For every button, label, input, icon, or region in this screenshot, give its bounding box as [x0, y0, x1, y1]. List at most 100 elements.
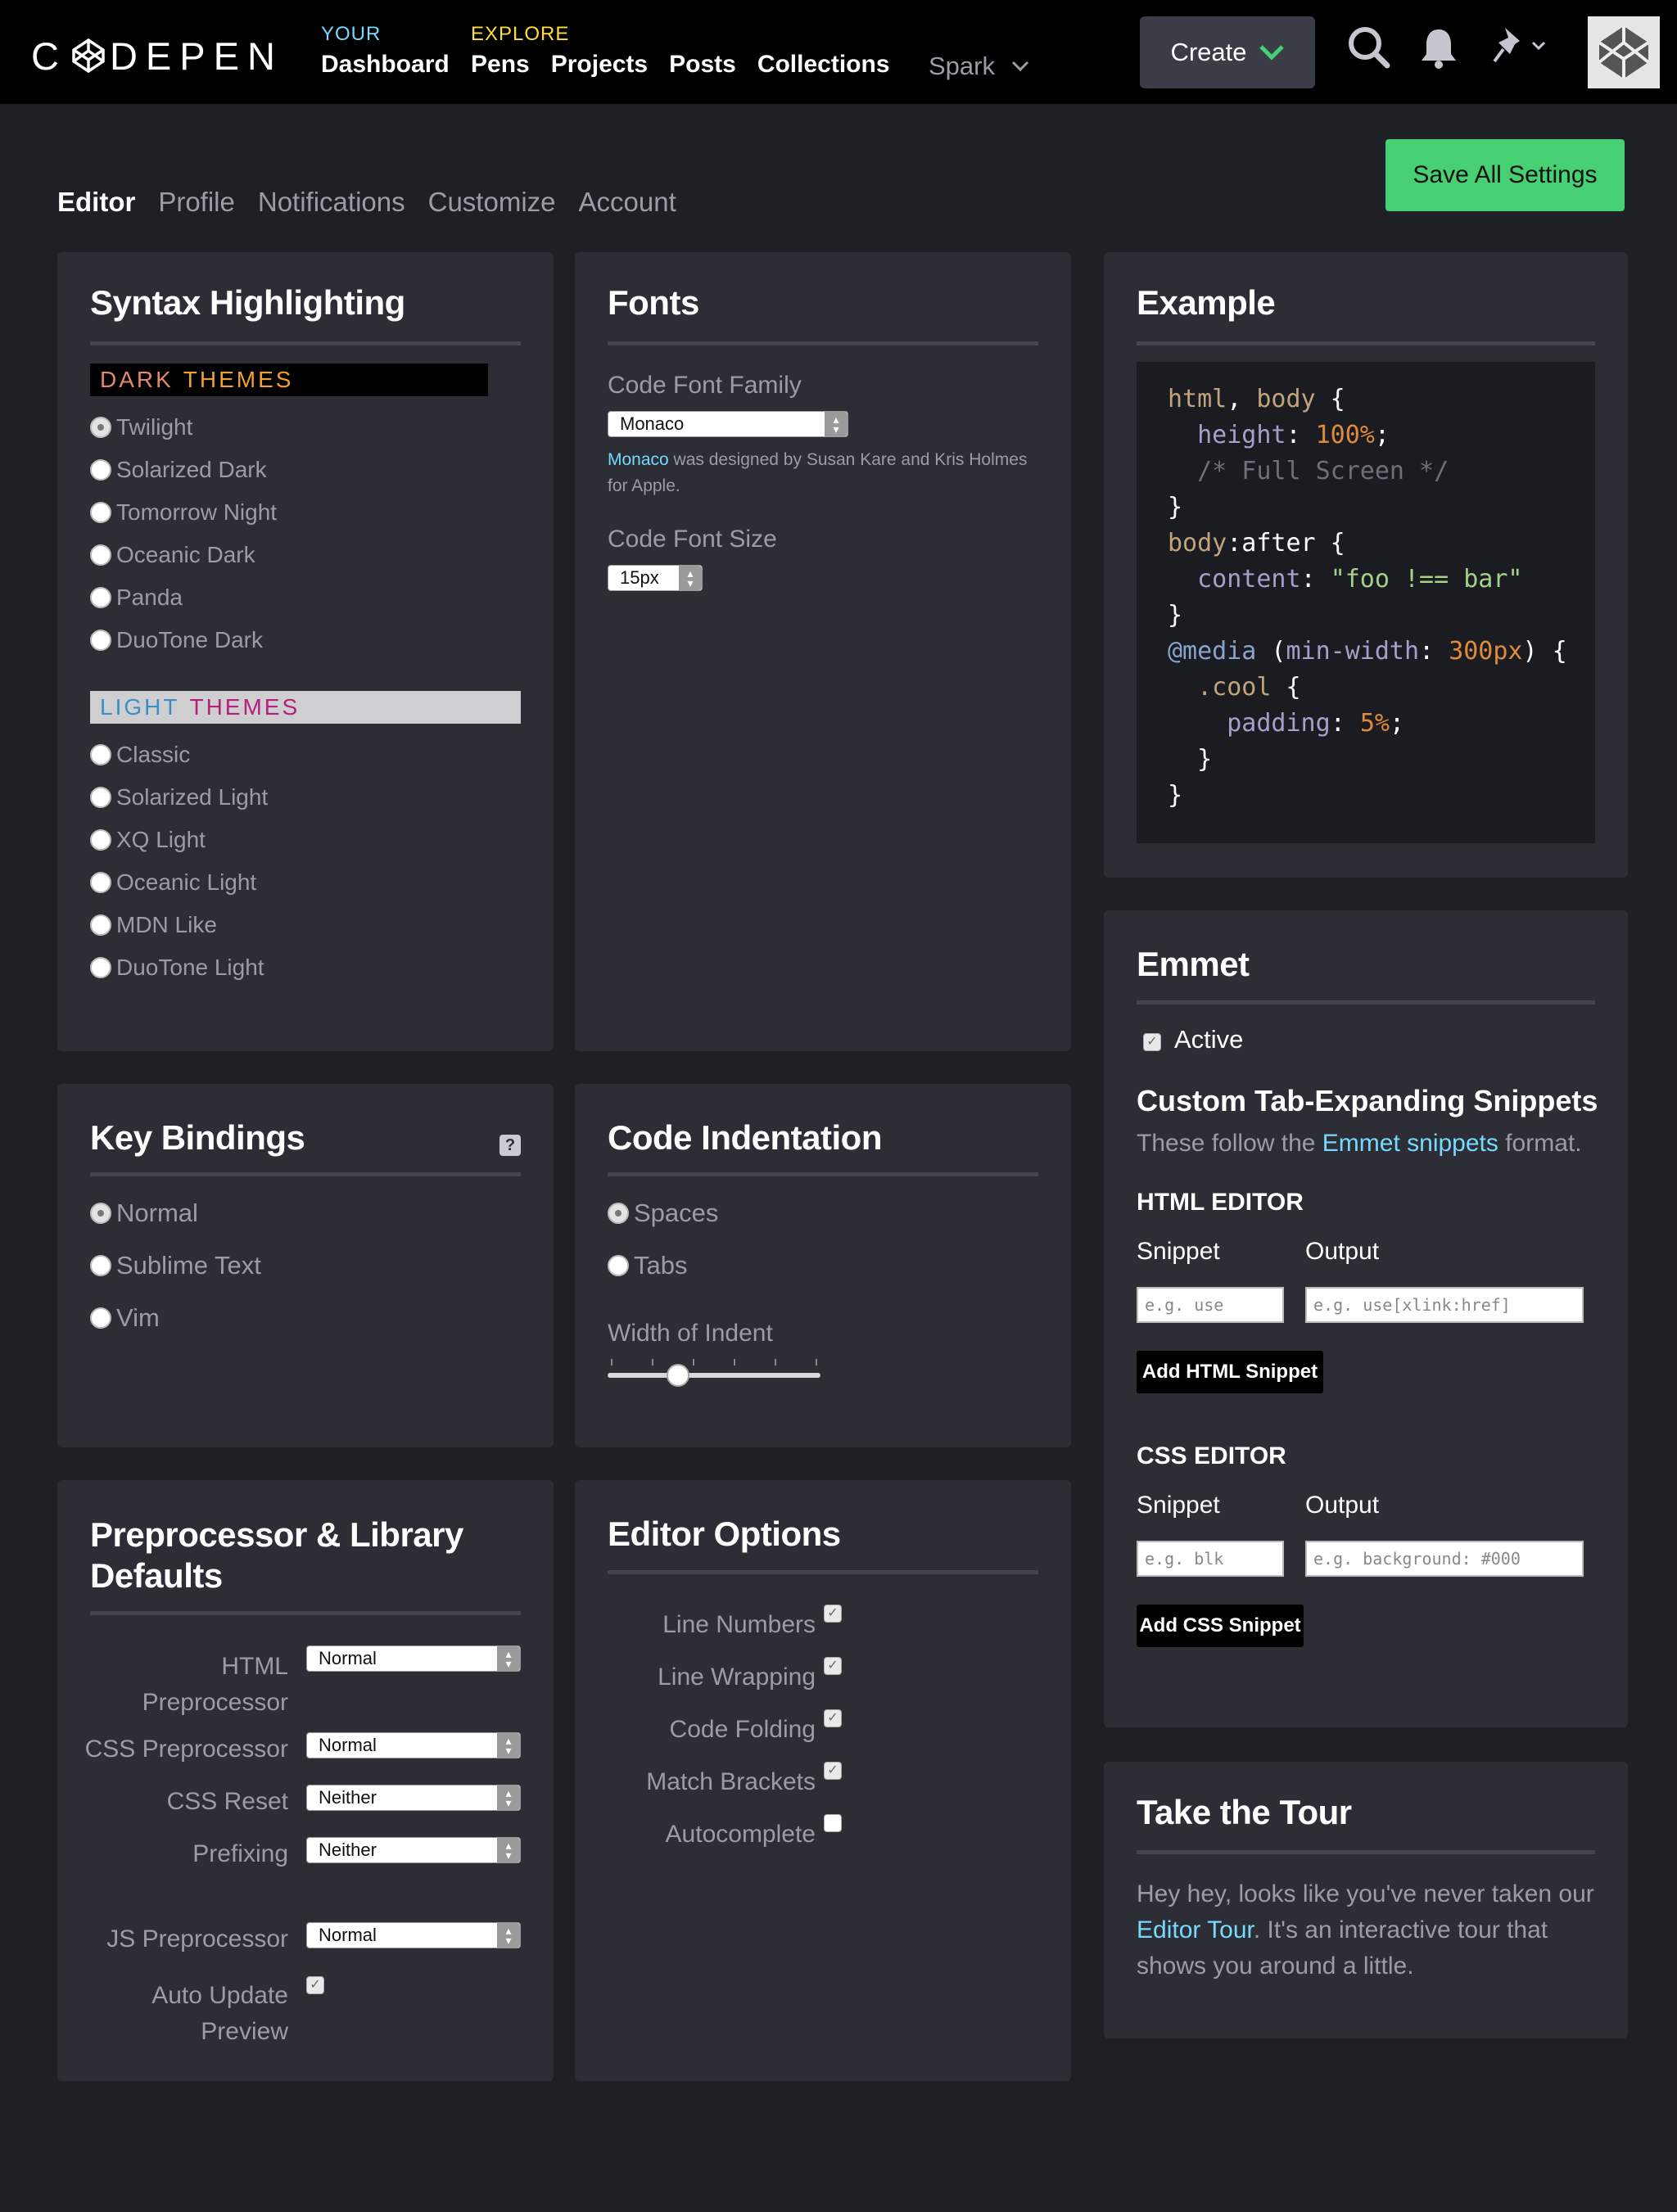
- create-button[interactable]: Create: [1140, 16, 1315, 88]
- js-preprocessor-select[interactable]: Normal ▴ ▾: [306, 1922, 521, 1948]
- nav-dashboard[interactable]: Dashboard: [321, 51, 450, 79]
- radio-button[interactable]: [608, 1255, 629, 1276]
- css-output-input[interactable]: e.g. background: #000: [1305, 1541, 1584, 1577]
- radio-button[interactable]: [90, 1203, 111, 1224]
- user-avatar[interactable]: [1588, 16, 1660, 88]
- radio-button[interactable]: [90, 459, 111, 481]
- autocomplete-checkbox[interactable]: [824, 1814, 842, 1832]
- font-credit: Monaco was designed by Susan Kare and Kr…: [608, 450, 1028, 495]
- code-font-size-label: Code Font Size: [608, 526, 777, 553]
- css-snippet-input[interactable]: e.g. blk: [1137, 1541, 1284, 1577]
- css-preprocessor-select[interactable]: Normal ▴ ▾: [306, 1732, 521, 1758]
- radio-button[interactable]: [90, 914, 111, 936]
- preprocessor-panel: Preprocessor & Library Defaults HTML Prepr…: [57, 1480, 554, 2081]
- tab-notifications[interactable]: Notifications: [258, 187, 405, 218]
- theme-option-mdn-like[interactable]: MDN Like: [90, 912, 217, 938]
- avatar-cube-icon: [1588, 16, 1660, 88]
- divider: [1137, 1850, 1595, 1854]
- logo-text: C: [31, 34, 67, 78]
- css-snippet-label: Snippet: [1137, 1492, 1220, 1519]
- line-numbers-checkbox[interactable]: ✓: [824, 1605, 842, 1623]
- auto-update-preview-checkbox[interactable]: ✓: [306, 1976, 324, 1994]
- save-all-settings-button[interactable]: Save All Settings: [1385, 139, 1625, 211]
- tab-account[interactable]: Account: [579, 187, 676, 218]
- theme-option-solarized-light[interactable]: Solarized Light: [90, 784, 268, 810]
- theme-option-duotone-light[interactable]: DuoTone Light: [90, 955, 264, 981]
- codepen-cube-icon: [72, 38, 105, 74]
- keybinding-vim[interactable]: Vim: [90, 1303, 160, 1333]
- radio-button[interactable]: [90, 1255, 111, 1276]
- slider-thumb[interactable]: [667, 1364, 689, 1387]
- html-snippet-input[interactable]: e.g. use: [1137, 1287, 1284, 1323]
- code-folding-checkbox[interactable]: ✓: [824, 1709, 842, 1727]
- tab-customize[interactable]: Customize: [428, 187, 556, 218]
- line-wrapping-label: Line Wrapping: [658, 1664, 816, 1691]
- indent-spaces[interactable]: Spaces: [608, 1199, 718, 1228]
- emmet-active-checkbox[interactable]: ✓: [1143, 1033, 1161, 1051]
- theme-option-xq-light[interactable]: XQ Light: [90, 827, 206, 853]
- nav-projects[interactable]: Projects: [551, 51, 648, 79]
- radio-button[interactable]: [608, 1203, 629, 1224]
- monaco-link[interactable]: Monaco: [608, 450, 669, 469]
- tab-editor[interactable]: Editor: [57, 187, 135, 218]
- select-arrows-icon: ▴ ▾: [679, 566, 702, 590]
- radio-button[interactable]: [90, 587, 111, 608]
- radio-button[interactable]: [90, 787, 111, 808]
- nav-posts[interactable]: Posts: [669, 51, 736, 79]
- theme-option-solarized-dark[interactable]: Solarized Dark: [90, 457, 267, 483]
- search-icon[interactable]: [1346, 25, 1392, 70]
- editor-tour-link[interactable]: Editor Tour: [1137, 1916, 1254, 1943]
- html-output-input[interactable]: e.g. use[xlink:href]: [1305, 1287, 1584, 1323]
- pin-icon: [1493, 28, 1520, 63]
- theme-option-oceanic-light[interactable]: Oceanic Light: [90, 869, 256, 896]
- divider: [90, 1611, 521, 1615]
- theme-option-tomorrow-night[interactable]: Tomorrow Night: [90, 499, 277, 526]
- prefixing-select[interactable]: Neither ▴ ▾: [306, 1837, 521, 1863]
- code-font-family-select[interactable]: Monaco ▴ ▾: [608, 411, 848, 437]
- radio-button[interactable]: [90, 502, 111, 523]
- radio-button[interactable]: [90, 872, 111, 893]
- top-navigation-bar: C DEPEN YOUR Dashboard EXPLORE Pens Proj…: [0, 0, 1677, 104]
- nav-pens[interactable]: Pens: [471, 51, 530, 79]
- theme-option-oceanic-dark[interactable]: Oceanic Dark: [90, 542, 255, 568]
- theme-option-duotone-dark[interactable]: DuoTone Dark: [90, 627, 263, 653]
- match-brackets-checkbox[interactable]: ✓: [824, 1762, 842, 1780]
- explore-nav-group: EXPLORE Pens Projects Posts Collections: [471, 23, 890, 79]
- nav-collections[interactable]: Collections: [757, 51, 890, 79]
- panel-title: Syntax Highlighting: [90, 283, 405, 322]
- indent-width-slider[interactable]: [608, 1359, 820, 1387]
- radio-button[interactable]: [90, 957, 111, 978]
- html-snippet-label: Snippet: [1137, 1238, 1220, 1265]
- panel-title: Code Indentation: [608, 1118, 882, 1157]
- radio-button[interactable]: [90, 1307, 111, 1329]
- keybinding-sublime-text[interactable]: Sublime Text: [90, 1251, 261, 1280]
- line-wrapping-checkbox[interactable]: ✓: [824, 1657, 842, 1675]
- codepen-logo[interactable]: C DEPEN: [31, 34, 283, 78]
- tab-profile[interactable]: Profile: [158, 187, 235, 218]
- spark-menu[interactable]: Spark: [929, 52, 1029, 81]
- theme-option-panda[interactable]: Panda: [90, 585, 183, 611]
- code-example: html, body { height: 100%; /* Full Scree…: [1137, 362, 1595, 843]
- theme-option-classic[interactable]: Classic: [90, 742, 190, 768]
- custom-snippets-title: Custom Tab-Expanding Snippets: [1137, 1084, 1598, 1117]
- help-icon[interactable]: ?: [499, 1135, 521, 1156]
- radio-button[interactable]: [90, 829, 111, 851]
- css-reset-select[interactable]: Neither ▴ ▾: [306, 1785, 521, 1811]
- radio-button[interactable]: [90, 744, 111, 765]
- radio-button[interactable]: [90, 630, 111, 651]
- code-font-size-select[interactable]: 15px ▴ ▾: [608, 565, 703, 591]
- html-preprocessor-select[interactable]: Normal ▴ ▾: [306, 1645, 521, 1672]
- spark-label: Spark: [929, 52, 995, 80]
- radio-button[interactable]: [90, 417, 111, 438]
- pin-menu[interactable]: [1492, 25, 1546, 67]
- html-editor-heading: HTML EDITOR: [1137, 1189, 1304, 1216]
- add-html-snippet-button[interactable]: Add HTML Snippet: [1137, 1351, 1323, 1393]
- bell-icon[interactable]: [1418, 25, 1459, 70]
- indent-tabs[interactable]: Tabs: [608, 1251, 687, 1280]
- radio-button[interactable]: [90, 544, 111, 566]
- keybinding-normal[interactable]: Normal: [90, 1199, 198, 1228]
- code-indentation-panel: Code Indentation Spaces Tabs Width of In…: [575, 1084, 1071, 1447]
- theme-option-twilight[interactable]: Twilight: [90, 414, 192, 440]
- add-css-snippet-button[interactable]: Add CSS Snippet: [1137, 1605, 1304, 1647]
- emmet-snippets-link[interactable]: Emmet snippets: [1322, 1130, 1498, 1157]
